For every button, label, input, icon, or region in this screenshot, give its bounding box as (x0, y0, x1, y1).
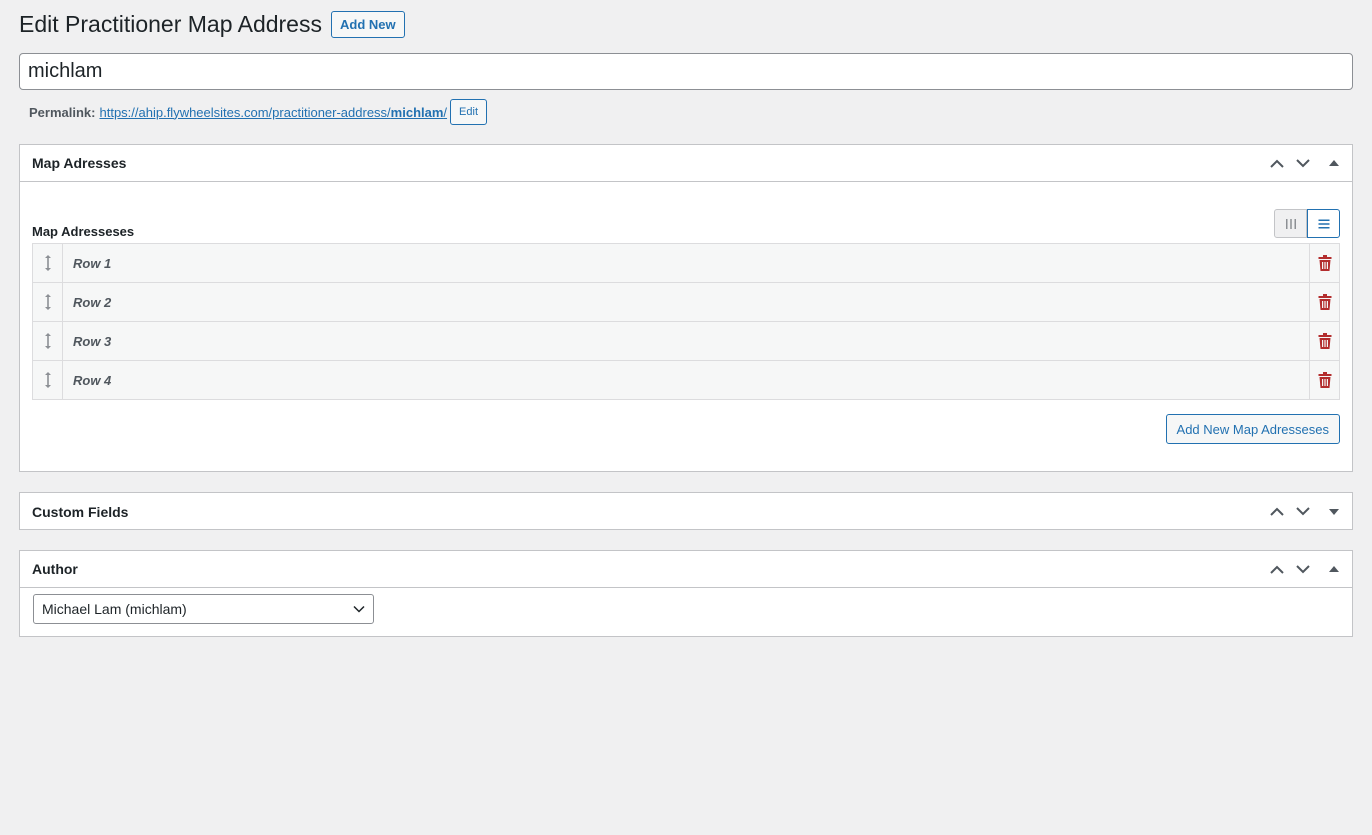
drag-handle[interactable] (33, 244, 63, 282)
table-layout-icon (1285, 218, 1296, 229)
caret-up-icon (1329, 160, 1339, 166)
trash-icon (1318, 255, 1331, 271)
chevron-up-icon (1270, 507, 1284, 516)
custom-fields-metabox-title: Custom Fields (32, 503, 129, 520)
author-select[interactable]: Michael Lam (michlam) (33, 594, 374, 624)
map-addresses-handle-actions (1264, 145, 1352, 181)
chevron-down-icon (1296, 507, 1310, 516)
map-addresses-metabox-title: Map Adresses (32, 155, 127, 171)
add-map-addresses-button[interactable]: Add New Map Adresseses (1165, 414, 1340, 444)
author-metabox: Author Michael Lam (michlam) (19, 550, 1353, 637)
repeater-field-label: Map Adresseses (32, 224, 135, 239)
caret-down-icon (1329, 508, 1339, 515)
post-title-input[interactable] (19, 53, 1353, 90)
drag-handle[interactable] (33, 322, 63, 360)
chevron-down-icon (353, 605, 365, 613)
chevron-up-icon (1270, 159, 1284, 168)
permalink-url-base: https://ahip.flywheelsites.com/practitio… (99, 104, 391, 120)
permalink-trailing: / (443, 104, 448, 120)
drag-sort-icon (44, 333, 51, 349)
move-down-button[interactable] (1290, 145, 1316, 181)
toggle-panel-button[interactable] (1316, 551, 1352, 587)
row-label[interactable]: Row 4 (63, 361, 1309, 399)
move-up-button[interactable] (1264, 551, 1290, 587)
repeater-row: Row 1 (33, 244, 1339, 283)
drag-handle[interactable] (33, 361, 63, 399)
permalink-link[interactable]: https://ahip.flywheelsites.com/practitio… (99, 105, 447, 120)
edit-slug-button[interactable]: Edit (450, 99, 488, 125)
move-up-button[interactable] (1264, 145, 1290, 181)
trash-icon (1318, 294, 1331, 310)
move-up-button[interactable] (1264, 494, 1290, 530)
repeater-row: Row 4 (33, 361, 1339, 399)
chevron-down-icon (1296, 158, 1310, 167)
page-header: Edit Practitioner Map Address Add New (19, 0, 1353, 48)
table-layout-button[interactable] (1274, 209, 1307, 238)
map-addresses-metabox-header: Map Adresses (20, 145, 1352, 182)
edit-post-wrap: Edit Practitioner Map Address Add New Pe… (19, 0, 1353, 637)
author-metabox-header: Author (20, 551, 1352, 588)
row-layout-button[interactable] (1307, 209, 1340, 238)
author-handle-actions (1264, 551, 1352, 587)
remove-row-button[interactable] (1309, 244, 1339, 282)
custom-fields-metabox: Custom Fields (19, 492, 1353, 530)
repeater-row: Row 3 (33, 322, 1339, 361)
custom-fields-handle-actions (1264, 493, 1352, 530)
remove-row-button[interactable] (1309, 361, 1339, 399)
add-new-button[interactable]: Add New (330, 11, 405, 38)
permalink-label: Permalink: (29, 104, 96, 120)
map-addresses-metabox: Map Adresses Map Adresseses Row 1 Row 2 … (19, 144, 1353, 472)
row-label[interactable]: Row 1 (63, 244, 1309, 282)
page-title: Edit Practitioner Map Address (19, 11, 322, 37)
drag-handle[interactable] (33, 283, 63, 321)
toggle-panel-button[interactable] (1316, 494, 1352, 530)
move-down-button[interactable] (1290, 551, 1316, 587)
trash-icon (1318, 333, 1331, 349)
toggle-panel-button[interactable] (1316, 145, 1352, 181)
move-down-button[interactable] (1290, 494, 1316, 530)
row-label[interactable]: Row 3 (63, 322, 1309, 360)
repeater-rows: Row 1 Row 2 Row 3 Row 4 (32, 243, 1340, 400)
chevron-up-icon (1270, 565, 1284, 574)
permalink-row: Permalink: https://ahip.flywheelsites.co… (19, 97, 1353, 127)
trash-icon (1318, 372, 1331, 388)
remove-row-button[interactable] (1309, 322, 1339, 360)
row-label[interactable]: Row 2 (63, 283, 1309, 321)
drag-sort-icon (44, 294, 51, 310)
author-selected-value: Michael Lam (michlam) (42, 601, 187, 617)
layout-toggle (1274, 209, 1340, 238)
caret-up-icon (1329, 566, 1339, 572)
drag-sort-icon (44, 255, 51, 271)
remove-row-button[interactable] (1309, 283, 1339, 321)
permalink-slug: michlam (390, 104, 444, 120)
drag-sort-icon (44, 372, 51, 388)
row-layout-icon (1318, 219, 1329, 228)
chevron-down-icon (1296, 564, 1310, 573)
author-metabox-title: Author (32, 561, 78, 577)
repeater-row: Row 2 (33, 283, 1339, 322)
custom-fields-metabox-header: Custom Fields (20, 493, 1352, 530)
